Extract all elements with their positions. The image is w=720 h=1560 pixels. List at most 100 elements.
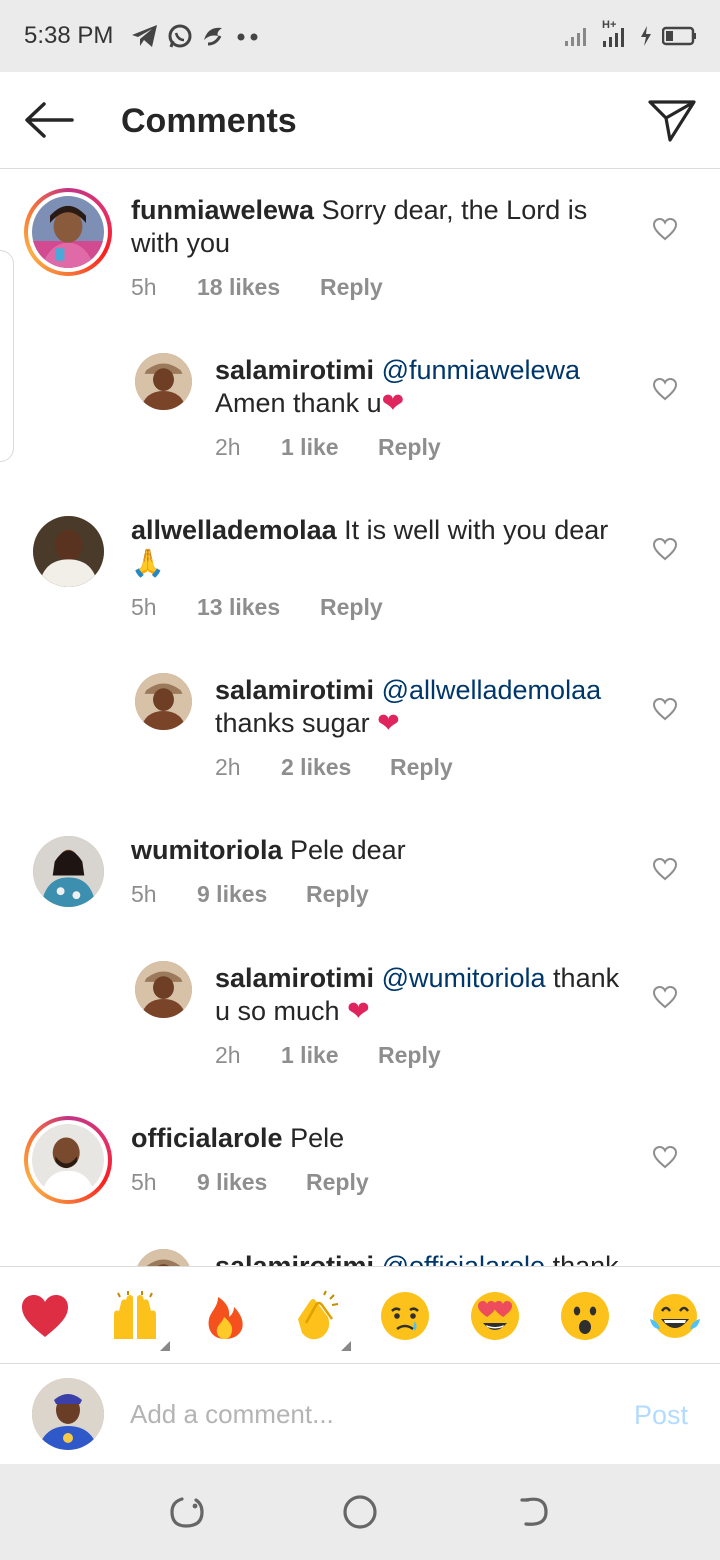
heart-icon	[22, 1295, 68, 1337]
heart-outline-icon[interactable]	[652, 1145, 678, 1169]
comment-meta: 2h 2 likes Reply	[215, 754, 453, 781]
heart-eyes-emoji-button[interactable]	[468, 1289, 522, 1343]
app-icon	[204, 27, 222, 46]
reply-button[interactable]: Reply	[378, 434, 441, 461]
comment-likes[interactable]: 13 likes	[197, 594, 320, 621]
mobile-data-icon: H+	[600, 19, 630, 49]
reply-item: salamirotimi @wumitoriola thank u so muc…	[0, 938, 720, 1098]
home-icon[interactable]	[340, 1492, 380, 1532]
heart-outline-icon[interactable]	[652, 377, 678, 401]
comment-likes[interactable]: 18 likes	[197, 274, 320, 301]
signal-icon	[565, 28, 586, 46]
back-nav-icon[interactable]	[514, 1492, 554, 1532]
comment-body: salamirotimi @funmiawelewa Amen thank u❤	[215, 354, 615, 420]
system-icons: H+	[564, 19, 698, 52]
comment-body: salamirotimi @allwellademolaa thanks sug…	[215, 674, 635, 740]
comment-username[interactable]: salamirotimi	[215, 355, 374, 385]
comment-meta: 5h 9 likes Reply	[131, 881, 369, 908]
comment-text: thank	[553, 963, 620, 993]
raising-hands-emoji-button[interactable]	[108, 1289, 162, 1343]
comment-body: officialarole Pele	[131, 1122, 631, 1155]
avatar[interactable]	[33, 516, 104, 587]
comment-item: wumitoriola Pele dear 5h 9 likes Reply	[0, 810, 720, 938]
comment-meta: 2h 1 like Reply	[215, 1042, 441, 1069]
comment-time: 5h	[131, 1169, 157, 1195]
app-bar: Comments	[0, 72, 720, 169]
status-bar: 5:38 PM H+	[0, 0, 720, 72]
status-time: 5:38 PM	[24, 22, 114, 49]
comment-mention[interactable]: @wumitoriola	[382, 963, 546, 993]
comment-likes[interactable]: 9 likes	[197, 881, 306, 908]
heart-emoji: ❤	[347, 996, 370, 1026]
comment-username[interactable]: salamirotimi	[215, 1251, 374, 1266]
comment-username[interactable]: salamirotimi	[215, 675, 374, 705]
recent-apps-icon[interactable]	[166, 1492, 206, 1532]
whatsapp-icon	[168, 24, 192, 48]
comment-text: Pele dear	[290, 835, 406, 865]
avatar[interactable]	[135, 961, 192, 1018]
surprised-face-icon	[561, 1292, 609, 1340]
post-button[interactable]: Post	[634, 1400, 688, 1431]
reply-button[interactable]: Reply	[378, 1042, 441, 1069]
comment-likes[interactable]: 2 likes	[281, 754, 390, 781]
comment-time: 2h	[215, 1042, 241, 1068]
comment-mention[interactable]: @officialarole	[382, 1251, 546, 1266]
fire-icon	[208, 1297, 243, 1339]
comment-input[interactable]	[130, 1394, 590, 1434]
comment-username[interactable]: wumitoriola	[131, 835, 283, 865]
heart-eyes-icon	[471, 1292, 519, 1340]
reply-button[interactable]: Reply	[306, 881, 369, 908]
send-icon	[648, 100, 696, 142]
battery-icon	[662, 26, 696, 46]
reply-button[interactable]: Reply	[320, 274, 383, 301]
own-avatar	[32, 1378, 104, 1450]
comment-text: Sorry dear, the Lord is	[321, 195, 588, 225]
heart-outline-icon[interactable]	[652, 537, 678, 561]
reply-item: salamirotimi @allwellademolaa thanks sug…	[0, 650, 720, 810]
comment-composer: Post	[0, 1364, 720, 1464]
surprised-face-emoji-button[interactable]	[558, 1289, 612, 1343]
reply-button[interactable]: Reply	[390, 754, 453, 781]
comment-item: funmiawelewa Sorry dear, the Lord is wit…	[0, 170, 720, 330]
back-button[interactable]	[18, 94, 78, 146]
network-type: H+	[602, 19, 617, 31]
comment-text: thank	[552, 1251, 619, 1266]
avatar	[32, 196, 104, 268]
heart-outline-icon[interactable]	[652, 985, 678, 1009]
comment-username[interactable]: allwellademolaa	[131, 515, 337, 545]
comment-likes[interactable]: 1 like	[281, 1042, 378, 1069]
fire-emoji-button[interactable]	[198, 1289, 252, 1343]
reply-button[interactable]: Reply	[306, 1169, 369, 1196]
page-title: Comments	[121, 102, 297, 140]
skin-tone-indicator	[341, 1341, 351, 1351]
comment-mention[interactable]: @funmiawelewa	[382, 355, 581, 385]
laughing-tears-icon	[650, 1294, 700, 1338]
heart-outline-icon[interactable]	[652, 697, 678, 721]
avatar-story-ring[interactable]	[24, 188, 112, 276]
heart-outline-icon[interactable]	[652, 857, 678, 881]
comment-text: It is well with you dear	[344, 515, 609, 545]
avatar[interactable]	[135, 353, 192, 410]
avatar[interactable]	[135, 673, 192, 730]
avatar[interactable]	[135, 1249, 192, 1266]
laughing-tears-emoji-button[interactable]	[648, 1289, 702, 1343]
heart-outline-icon[interactable]	[652, 217, 678, 241]
comment-mention[interactable]: @allwellademolaa	[382, 675, 602, 705]
comment-likes[interactable]: 1 like	[281, 434, 378, 461]
comment-body: salamirotimi @officialarole thank	[215, 1250, 635, 1266]
reply-button[interactable]: Reply	[320, 594, 383, 621]
comment-time: 5h	[131, 881, 157, 907]
comment-item: officialarole Pele 5h 9 likes Reply	[0, 1098, 720, 1226]
crying-face-emoji-button[interactable]	[378, 1289, 432, 1343]
share-button[interactable]	[644, 94, 700, 146]
heart-emoji-button[interactable]	[18, 1289, 72, 1343]
comment-username[interactable]: officialarole	[131, 1123, 283, 1153]
avatar[interactable]	[33, 836, 104, 907]
comment-likes[interactable]: 9 likes	[197, 1169, 306, 1196]
clapping-hands-emoji-button[interactable]	[288, 1289, 342, 1343]
comment-body: salamirotimi @wumitoriola thank u so muc…	[215, 962, 635, 1028]
comment-username[interactable]: salamirotimi	[215, 963, 374, 993]
comment-username[interactable]: funmiawelewa	[131, 195, 314, 225]
avatar-story-ring[interactable]	[24, 1116, 112, 1204]
comment-list[interactable]: funmiawelewa Sorry dear, the Lord is wit…	[0, 170, 720, 1266]
